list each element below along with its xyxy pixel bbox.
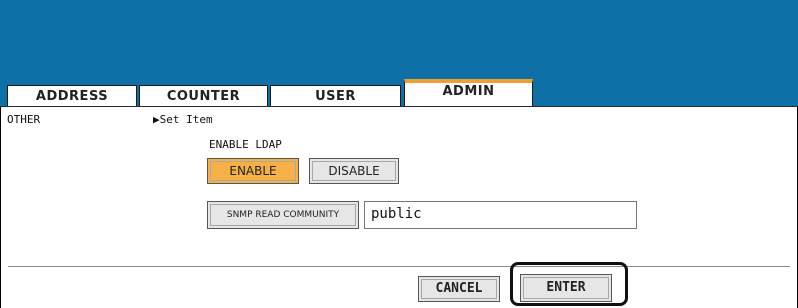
cancel-button-label: CANCEL: [435, 281, 483, 296]
enable-button-label: ENABLE: [229, 164, 277, 178]
disable-button-label: DISABLE: [328, 164, 380, 178]
left-border: [0, 107, 1, 308]
tab-counter[interactable]: COUNTER: [139, 85, 268, 106]
set-item-label: Set Item: [159, 113, 213, 126]
footer-divider: [8, 266, 790, 267]
header-bar: [0, 0, 798, 80]
enable-ldap-label: ENABLE LDAP: [209, 138, 282, 151]
snmp-button-label: SNMP READ COMMUNITY: [226, 210, 340, 220]
tab-address[interactable]: ADDRESS: [7, 85, 137, 106]
disable-button[interactable]: DISABLE: [309, 158, 399, 184]
cancel-button[interactable]: CANCEL: [418, 276, 500, 302]
set-item-arrow-icon: ▶: [153, 113, 160, 126]
snmp-read-community-button[interactable]: SNMP READ COMMUNITY: [207, 201, 359, 229]
tab-admin[interactable]: ADMIN: [404, 79, 533, 106]
enable-button[interactable]: ENABLE: [207, 158, 299, 184]
enter-button-highlight: [510, 262, 628, 306]
snmp-community-field[interactable]: public: [364, 201, 637, 229]
tab-user[interactable]: USER: [270, 85, 401, 106]
left-menu-item-other[interactable]: OTHER: [7, 113, 40, 126]
set-item-heading: ▶Set Item: [153, 113, 213, 126]
